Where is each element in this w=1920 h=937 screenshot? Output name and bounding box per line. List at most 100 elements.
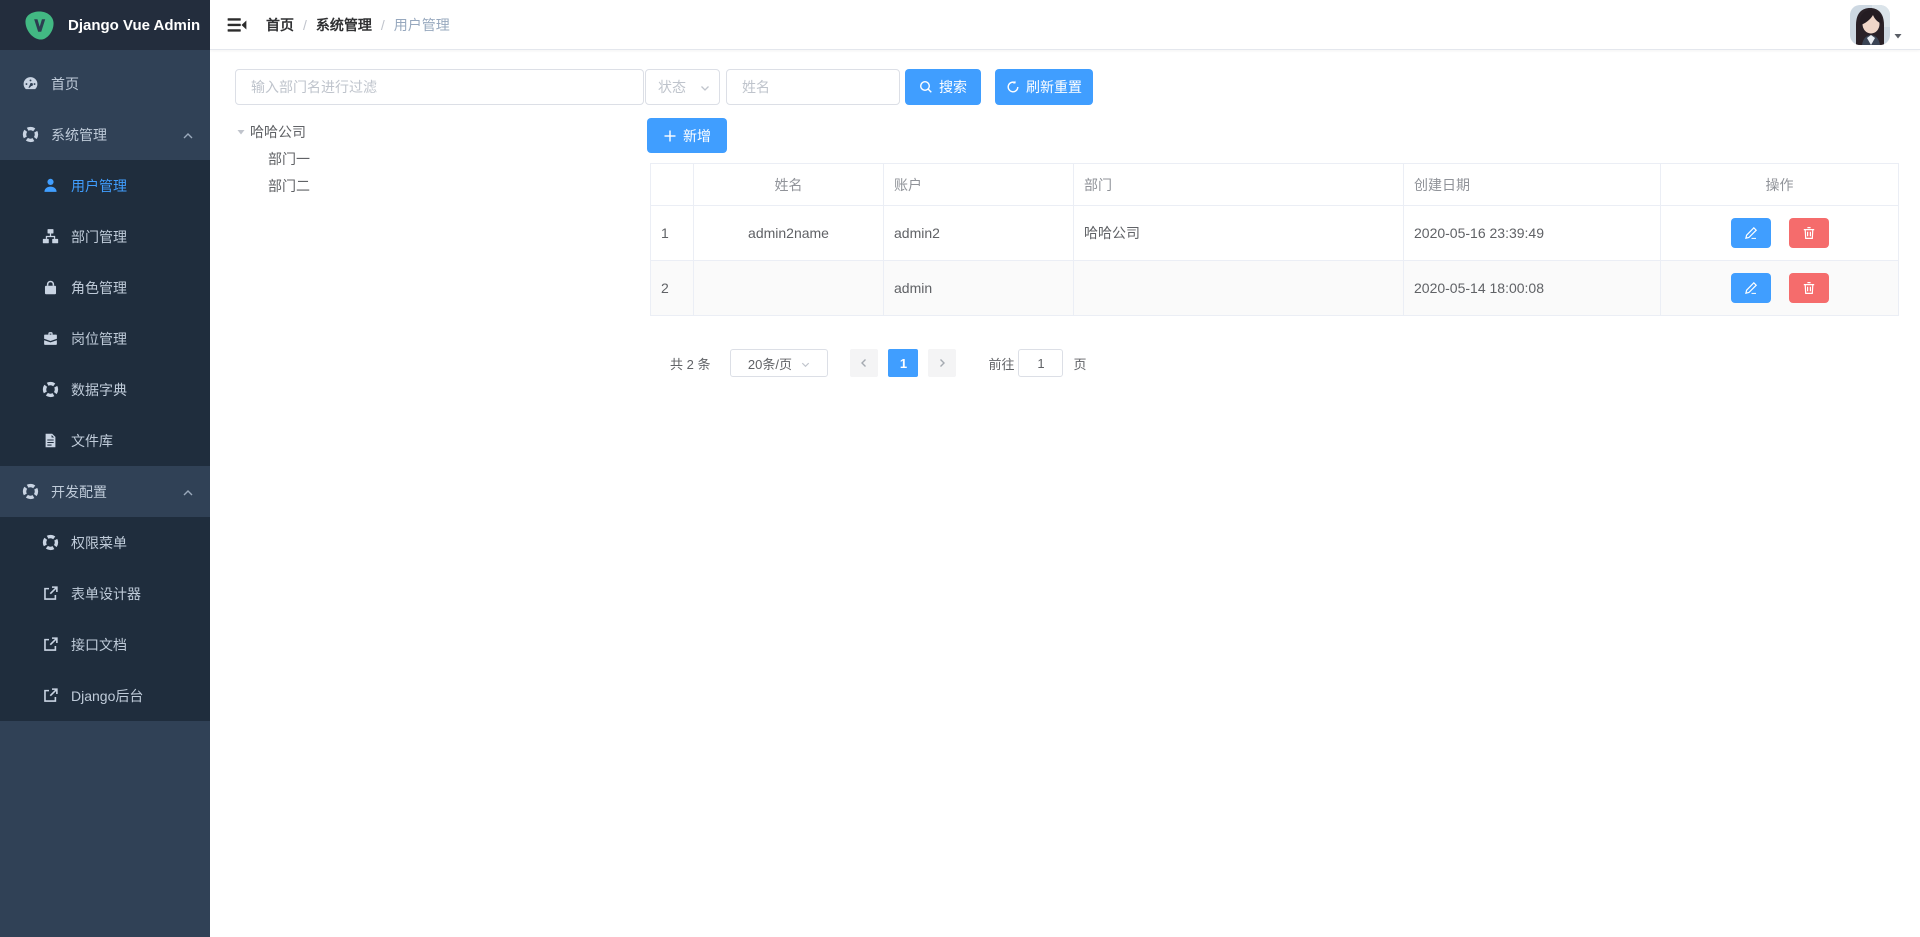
breadcrumb-item-home[interactable]: 首页 (266, 15, 294, 35)
sidebar-item-label: 接口文档 (71, 635, 127, 655)
col-header-created: 创建日期 (1404, 164, 1661, 206)
sidebar-item-label: 权限菜单 (71, 533, 127, 553)
sidebar: Django Vue Admin 首页 系统管理 用户管理 (0, 0, 210, 937)
refresh-reset-button[interactable]: 刷新重置 (995, 69, 1093, 105)
tree-node-label: 部门一 (268, 149, 310, 169)
col-header-account: 账户 (884, 164, 1074, 206)
tree-node-dept-2[interactable]: 部门二 (232, 172, 641, 199)
sidebar-item-label: 开发配置 (51, 482, 107, 502)
search-icon (919, 80, 933, 94)
breadcrumb-separator: / (381, 17, 385, 33)
cell-created: 2020-05-14 18:00:08 (1404, 261, 1661, 316)
sidebar-item-system-mgmt[interactable]: 系统管理 (0, 109, 210, 160)
user-icon (42, 177, 59, 194)
goto-page-input[interactable] (1018, 349, 1063, 377)
sidebar-item-label: Django后台 (71, 686, 143, 706)
col-header-index (651, 164, 694, 206)
cell-account: admin (884, 261, 1074, 316)
breadcrumb-item-system[interactable]: 系统管理 (316, 15, 372, 35)
add-button[interactable]: 新增 (647, 118, 727, 153)
col-header-actions: 操作 (1661, 164, 1899, 206)
search-button[interactable]: 搜索 (905, 69, 981, 105)
dict-icon (42, 381, 59, 398)
dept-filter-input[interactable] (235, 69, 644, 105)
sidebar-item-label: 文件库 (71, 431, 113, 451)
sidebar-item-user-mgmt[interactable]: 用户管理 (0, 160, 210, 211)
sidebar-item-label: 角色管理 (71, 278, 127, 298)
page-number-1[interactable]: 1 (888, 349, 918, 377)
page-size-value: 20条/页 (748, 354, 792, 373)
app-title: Django Vue Admin (68, 17, 200, 34)
cell-name (694, 261, 884, 316)
cell-created: 2020-05-16 23:39:49 (1404, 206, 1661, 261)
sidebar-item-dev-config[interactable]: 开发配置 (0, 466, 210, 517)
edit-button[interactable] (1731, 273, 1771, 303)
user-avatar-menu[interactable] (1850, 5, 1904, 45)
avatar (1850, 5, 1890, 45)
tree-node-label: 哈哈公司 (250, 122, 306, 142)
sidebar-item-label: 部门管理 (71, 227, 127, 247)
edit-button[interactable] (1731, 218, 1771, 248)
sidebar-item-dept-mgmt[interactable]: 部门管理 (0, 211, 210, 262)
sidebar-item-file-library[interactable]: 文件库 (0, 415, 210, 466)
app-logo-icon (24, 10, 55, 41)
sidebar-item-label: 岗位管理 (71, 329, 127, 349)
caret-down-icon[interactable] (232, 123, 250, 141)
tree-node-company[interactable]: 哈哈公司 (232, 118, 641, 145)
chevron-up-icon (182, 486, 194, 498)
sidebar-item-form-designer[interactable]: 表单设计器 (0, 568, 210, 619)
delete-button[interactable] (1789, 273, 1829, 303)
status-select[interactable]: 状态 (645, 69, 720, 105)
cell-index: 1 (651, 206, 694, 261)
sidebar-item-perm-menu[interactable]: 权限菜单 (0, 517, 210, 568)
sidebar-item-label: 用户管理 (71, 176, 127, 196)
cell-dept (1074, 261, 1404, 316)
sidebar-collapse-icon[interactable] (227, 15, 247, 35)
cell-dept: 哈哈公司 (1074, 206, 1404, 261)
sidebar-item-label: 表单设计器 (71, 584, 141, 604)
sidebar-item-home[interactable]: 首页 (0, 58, 210, 109)
briefcase-icon (42, 330, 59, 347)
sidebar-item-django-admin[interactable]: Django后台 (0, 670, 210, 721)
system-mgmt-submenu: 用户管理 部门管理 角色管理 岗位管理 (0, 160, 210, 466)
sidebar-item-role-mgmt[interactable]: 角色管理 (0, 262, 210, 313)
table-header-row: 姓名 账户 部门 创建日期 操作 (651, 164, 1899, 206)
external-link-icon (42, 687, 59, 704)
cell-account: admin2 (884, 206, 1074, 261)
topbar: 首页 / 系统管理 / 用户管理 (210, 0, 1920, 50)
dashboard-icon (22, 75, 39, 92)
name-filter-input[interactable] (726, 69, 900, 105)
config-icon (22, 483, 39, 500)
chevron-down-icon (800, 358, 811, 369)
app-logo-bar[interactable]: Django Vue Admin (0, 0, 210, 50)
sidebar-item-post-mgmt[interactable]: 岗位管理 (0, 313, 210, 364)
breadcrumb-separator: / (303, 17, 307, 33)
sidebar-item-api-docs[interactable]: 接口文档 (0, 619, 210, 670)
dept-tree: 哈哈公司 部门一 部门二 (232, 118, 641, 199)
refresh-reset-button-label: 刷新重置 (1026, 77, 1082, 97)
cell-name: admin2name (694, 206, 884, 261)
plus-icon (663, 129, 677, 143)
chevron-up-icon (182, 129, 194, 141)
delete-button[interactable] (1789, 218, 1829, 248)
breadcrumb-item-current: 用户管理 (394, 15, 450, 35)
chevron-down-icon (699, 81, 711, 93)
goto-label: 前往 (988, 354, 1014, 373)
pagination: 共 2 条 20条/页 1 前往 页 (670, 349, 1087, 377)
sidebar-item-data-dict[interactable]: 数据字典 (0, 364, 210, 415)
cell-index: 2 (651, 261, 694, 316)
tree-node-dept-1[interactable]: 部门一 (232, 145, 641, 172)
table-row: 1 admin2name admin2 哈哈公司 2020-05-16 23:3… (651, 206, 1899, 261)
search-button-label: 搜索 (939, 77, 967, 97)
page-unit-label: 页 (1073, 354, 1086, 373)
lock-icon (42, 279, 59, 296)
refresh-icon (1006, 80, 1020, 94)
external-link-icon (42, 636, 59, 653)
file-icon (42, 432, 59, 449)
table-row: 2 admin 2020-05-14 18:00:08 (651, 261, 1899, 316)
breadcrumb: 首页 / 系统管理 / 用户管理 (266, 0, 450, 50)
page-size-select[interactable]: 20条/页 (730, 349, 828, 377)
sitemap-icon (42, 228, 59, 245)
next-page-button[interactable] (928, 349, 956, 377)
prev-page-button[interactable] (850, 349, 878, 377)
